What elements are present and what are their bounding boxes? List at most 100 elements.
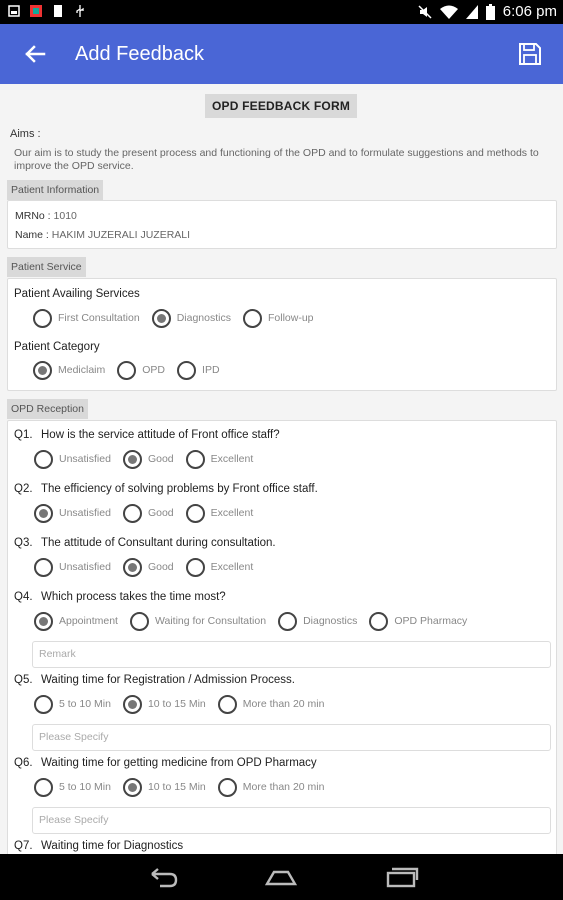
aims-label: Aims : — [10, 128, 41, 140]
question-number: Q5. — [14, 674, 33, 686]
radio-opd[interactable]: OPD — [117, 360, 166, 380]
radio-circle — [122, 777, 142, 797]
question-6-options: 5 to 10 Min 10 to 15 Min More than 20 min — [34, 776, 336, 798]
question-4-text-field[interactable]: Remark — [32, 641, 551, 668]
radio-label: Excellent — [210, 561, 254, 573]
question-3-options: Unsatisfied Good Excellent — [34, 556, 265, 578]
patient-info-card: MRNo : 1010 Name : HAKIM JUZERALI JUZERA… — [7, 200, 557, 249]
question-5-text-field[interactable]: Please Specify — [32, 724, 551, 751]
radio-follow-up[interactable]: Follow-up — [242, 308, 314, 328]
radio-good[interactable]: Good — [122, 557, 174, 577]
radio-circle — [33, 360, 52, 380]
availing-label: Patient Availing Services — [14, 288, 140, 300]
patient-service-card: Patient Availing Services First Consulta… — [7, 278, 557, 391]
question-text: The attitude of Consultant during consul… — [41, 537, 276, 549]
radio-circle — [185, 557, 205, 577]
radio-label: Unsatisfied — [59, 453, 111, 465]
question-text: The efficiency of solving problems by Fr… — [41, 483, 318, 495]
mrn-value: 1010 — [53, 210, 77, 222]
app-bar: Add Feedback — [0, 24, 563, 84]
radio-dot — [39, 616, 48, 626]
radio-opd-pharmacy[interactable]: OPD Pharmacy — [369, 611, 468, 631]
radio-label: Diagnostics — [303, 615, 358, 627]
status-bar: 6:06 pm — [0, 0, 563, 24]
radio-circle — [122, 449, 142, 469]
radio-label: OPD Pharmacy — [394, 615, 468, 627]
radio-ipd[interactable]: IPD — [177, 360, 220, 380]
question-4-label: Q4. Which process takes the time most? — [14, 591, 226, 603]
mrn-label: MRNo : — [15, 210, 54, 222]
question-6-text-field[interactable]: Please Specify — [32, 807, 551, 834]
page-title: Add Feedback — [75, 43, 204, 65]
radio-dot — [156, 313, 166, 323]
radio-5-to-10-min[interactable]: 5 to 10 Min — [34, 777, 111, 797]
question-7-label: Q7. Waiting time for Diagnostics — [14, 840, 183, 852]
app-icon — [30, 5, 42, 17]
radio-5-to-10-min[interactable]: 5 to 10 Min — [34, 694, 111, 714]
radio-label: Follow-up — [267, 312, 314, 324]
sd-card-icon — [54, 5, 62, 17]
wifi-icon — [439, 5, 458, 19]
radio-circle — [242, 308, 262, 328]
radio-label: OPD — [142, 364, 166, 376]
status-time: 6:06 pm — [502, 3, 557, 20]
radio-label: 10 to 15 Min — [147, 698, 206, 710]
question-text: Waiting time for Diagnostics — [41, 840, 184, 852]
radio-label: Good — [147, 561, 174, 573]
radio-label: More than 20 min — [242, 781, 325, 793]
radio-label: Good — [147, 453, 174, 465]
usb-icon — [76, 5, 84, 17]
question-2-options: Unsatisfied Good Excellent — [34, 502, 265, 524]
radio-more-than-20-min[interactable]: More than 20 min — [217, 694, 324, 714]
radio-circle — [34, 503, 53, 523]
radio-appointment[interactable]: Appointment — [34, 611, 118, 631]
radio-good[interactable]: Good — [122, 449, 174, 469]
radio-circle — [33, 308, 52, 328]
radio-mediclaim[interactable]: Mediclaim — [33, 360, 106, 380]
radio-good[interactable]: Good — [122, 503, 174, 523]
question-5-label: Q5. Waiting time for Registration / Admis… — [14, 674, 295, 686]
opd-reception-card: Q1. How is the service attitude of Front … — [7, 420, 557, 854]
radio-circle — [185, 503, 205, 523]
arrow-left-icon[interactable] — [20, 40, 50, 68]
radio-10-to-15-min[interactable]: 10 to 15 Min — [122, 694, 206, 714]
radio-label: 5 to 10 Min — [59, 698, 111, 710]
radio-circle — [177, 360, 197, 380]
radio-unsatisfied[interactable]: Unsatisfied — [34, 449, 111, 469]
radio-dot — [38, 365, 47, 375]
recents-icon[interactable] — [385, 866, 419, 888]
radio-excellent[interactable]: Excellent — [185, 449, 254, 469]
home-icon[interactable] — [264, 866, 298, 888]
radio-10-to-15-min[interactable]: 10 to 15 Min — [122, 777, 206, 797]
patient-service-header: Patient Service — [7, 257, 86, 277]
radio-circle — [217, 694, 237, 714]
category-label: Patient Category — [14, 341, 100, 353]
radio-unsatisfied[interactable]: Unsatisfied — [34, 557, 111, 577]
radio-circle — [369, 611, 389, 631]
radio-label: Excellent — [210, 453, 254, 465]
radio-circle — [34, 611, 53, 631]
form-content[interactable]: OPD FEEDBACK FORM Aims : Our aim is to s… — [0, 84, 563, 854]
radio-dot — [39, 508, 48, 518]
radio-waiting-for-consultation[interactable]: Waiting for Consultation — [129, 611, 266, 631]
radio-diagnostics[interactable]: Diagnostics — [278, 611, 358, 631]
battery-icon — [485, 3, 495, 20]
aims-text: Our aim is to study the present process … — [14, 147, 539, 172]
radio-circle — [129, 611, 149, 631]
radio-excellent[interactable]: Excellent — [185, 503, 253, 523]
radio-label: Mediclaim — [58, 364, 106, 376]
radio-diagnostics[interactable]: Diagnostics — [151, 308, 231, 328]
question-text: How is the service attitude of Front off… — [41, 429, 280, 441]
back-icon[interactable] — [146, 866, 180, 888]
question-5-options: 5 to 10 Min 10 to 15 Min More than 20 min — [34, 693, 336, 715]
save-icon[interactable] — [517, 40, 543, 68]
radio-first-consultation[interactable]: First Consultation — [33, 308, 140, 328]
availing-radio-group: First Consultation Diagnostics Follow-up — [33, 307, 326, 329]
radio-circle — [34, 557, 53, 577]
question-1-options: Unsatisfied Good Excellent — [34, 448, 265, 470]
radio-unsatisfied[interactable]: Unsatisfied — [34, 503, 111, 523]
radio-circle — [278, 611, 298, 631]
radio-more-than-20-min[interactable]: More than 20 min — [217, 777, 325, 797]
category-radio-group: Mediclaim OPD IPD — [33, 359, 232, 381]
radio-excellent[interactable]: Excellent — [185, 557, 254, 577]
